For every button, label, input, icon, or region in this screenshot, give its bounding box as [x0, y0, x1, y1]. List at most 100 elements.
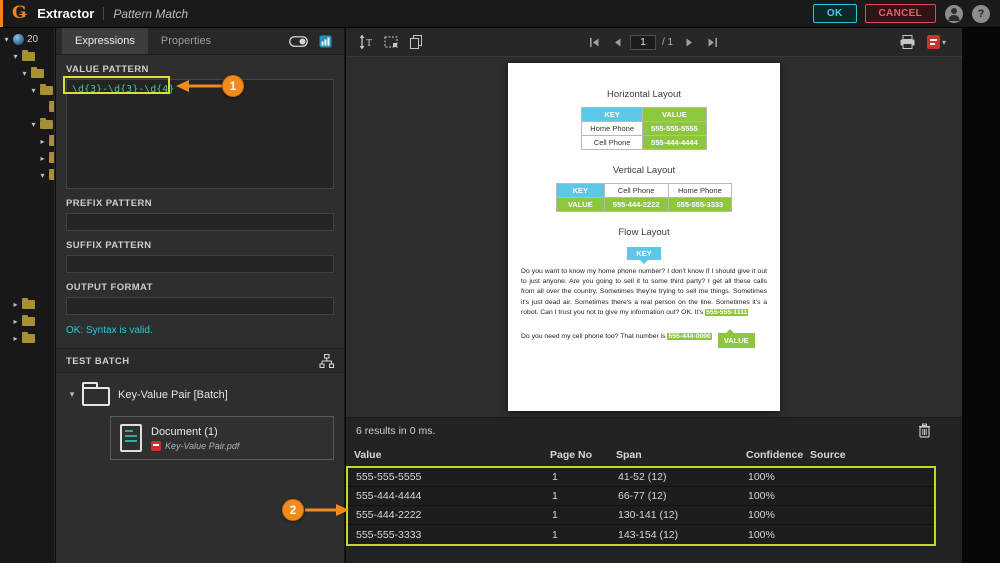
- tree-node[interactable]: ▸: [0, 330, 54, 347]
- text-height-icon[interactable]: T: [356, 32, 376, 52]
- callout-step-2: 2: [282, 499, 304, 521]
- batch-folder-label: Key-Value Pair [Batch]: [118, 388, 228, 401]
- result-cell-value: 555-444-2222: [356, 509, 422, 521]
- folder-icon: [49, 169, 54, 180]
- title-separator: [103, 7, 105, 20]
- delete-icon[interactable]: [914, 421, 934, 441]
- svg-text:T: T: [366, 38, 372, 49]
- collapse-icon[interactable]: ▾: [29, 120, 38, 129]
- accent-strip: [0, 0, 3, 27]
- tree-node[interactable]: [0, 184, 54, 201]
- result-row[interactable]: 555-444-2222 1 130-141 (12) 100%: [348, 506, 934, 525]
- expand-icon[interactable]: ▸: [38, 154, 47, 163]
- column-header-page-no[interactable]: Page No: [550, 449, 616, 461]
- collapse-icon[interactable]: ▾: [20, 69, 29, 78]
- user-icon[interactable]: [945, 4, 963, 23]
- expand-icon[interactable]: ▸: [11, 334, 20, 343]
- value-header-cell: VALUE: [555, 197, 605, 212]
- result-row[interactable]: 555-555-3333 1 143-154 (12) 100%: [348, 525, 934, 544]
- result-cell-page_no: 1: [552, 471, 558, 483]
- result-cell-value: 555-555-5555: [356, 471, 422, 483]
- flow-paragraph: Do you want to know my home phone number…: [521, 267, 767, 318]
- column-header-confidence[interactable]: Confidence: [746, 449, 810, 461]
- tree-node[interactable]: ▾ 20: [0, 31, 54, 48]
- collapse-icon[interactable]: ▾: [29, 86, 38, 95]
- column-header-span[interactable]: Span: [616, 449, 746, 461]
- first-page-icon[interactable]: [584, 32, 604, 52]
- test-batch-label: TEST BATCH: [66, 355, 130, 367]
- section-title-horizontal: Horizontal Layout: [607, 89, 681, 100]
- cancel-button[interactable]: CANCEL: [864, 4, 936, 23]
- folder-icon: [40, 84, 53, 95]
- results-count: 6 results in 0 ms.: [356, 424, 436, 437]
- tree-node[interactable]: ▸: [0, 133, 54, 150]
- result-cell-page_no: 1: [552, 509, 558, 521]
- help-icon[interactable]: ?: [972, 4, 990, 23]
- print-icon[interactable]: [898, 32, 918, 52]
- suffix-pattern-input[interactable]: [66, 255, 334, 273]
- diagnostics-icon[interactable]: [315, 31, 335, 51]
- flow-text: Do you need my cell phone too? That numb…: [521, 332, 668, 340]
- pdf-export-icon[interactable]: ▾: [926, 35, 946, 49]
- window-margin: [962, 28, 1000, 563]
- tree-node[interactable]: ▾: [0, 65, 54, 82]
- result-row[interactable]: 555-444-4444 1 66-77 (12) 100%: [348, 487, 934, 506]
- collapse-icon[interactable]: ▾: [2, 35, 11, 44]
- key-header-cell: KEY: [581, 107, 644, 122]
- kv-key-cell: Home Phone: [667, 183, 733, 198]
- tree-node[interactable]: ▸: [0, 313, 54, 330]
- document-filename: Key-Value Pair.pdf: [165, 440, 240, 451]
- tree-node[interactable]: ▾: [0, 82, 54, 99]
- column-header-source[interactable]: Source: [810, 449, 936, 461]
- result-cell-value: 555-444-4444: [356, 490, 422, 502]
- collapse-icon[interactable]: ▾: [11, 52, 20, 61]
- next-page-icon[interactable]: [679, 32, 699, 52]
- tab-expressions[interactable]: Expressions: [62, 28, 148, 54]
- expand-icon[interactable]: ▸: [11, 300, 20, 309]
- syntax-status: OK: Syntax is valid.: [66, 325, 153, 336]
- collapse-icon[interactable]: ▾: [38, 171, 47, 180]
- key-callout-tag: KEY: [627, 247, 661, 264]
- pager: 1 / 1: [584, 32, 722, 52]
- last-page-icon[interactable]: [702, 32, 722, 52]
- document-preview[interactable]: Horizontal Layout KEY VALUE Home Phone 5…: [346, 57, 962, 417]
- batch-folder-node[interactable]: ▾ Key-Value Pair [Batch]: [66, 382, 334, 406]
- column-header-value[interactable]: Value: [354, 449, 550, 461]
- expand-icon[interactable]: ▸: [11, 317, 20, 326]
- tree-node[interactable]: ▾: [0, 116, 54, 133]
- expand-icon[interactable]: ▸: [38, 137, 47, 146]
- batch-tree-icon[interactable]: [319, 354, 334, 368]
- result-cell-confidence: 100%: [748, 528, 775, 541]
- tab-properties[interactable]: Properties: [148, 28, 224, 54]
- matched-value: 555-555-1111: [705, 308, 749, 316]
- toggle-icon[interactable]: [288, 31, 308, 51]
- collapse-icon[interactable]: ▾: [66, 389, 78, 400]
- tree-node[interactable]: ▸: [0, 296, 54, 313]
- value-pattern-input[interactable]: \d{3}-\d{3}-\d{4}: [66, 79, 334, 189]
- folder-icon: [22, 298, 35, 309]
- results-header: Value Page No Span Confidence Source: [346, 443, 936, 466]
- suffix-pattern-label: SUFFIX PATTERN: [66, 240, 152, 251]
- value-callout-tag: VALUE: [717, 328, 755, 349]
- region-select-icon[interactable]: [381, 32, 401, 52]
- tree-node[interactable]: ▾: [0, 48, 54, 65]
- folder-icon: [40, 118, 53, 129]
- nav-tree[interactable]: ▾ 20 ▾ ▾ ▾ ▾ ▸ ▸ ▾ ▸ ▸ ▸: [0, 28, 55, 563]
- tree-node-label: 20: [27, 34, 39, 45]
- tree-node[interactable]: ▸: [0, 150, 54, 167]
- prefix-pattern-input[interactable]: [66, 213, 334, 231]
- pages-icon[interactable]: [406, 32, 426, 52]
- folder-icon: [49, 152, 54, 163]
- prev-page-icon[interactable]: [607, 32, 627, 52]
- ok-button[interactable]: OK: [812, 4, 857, 23]
- tree-node[interactable]: ▾: [0, 167, 54, 184]
- page-number-input[interactable]: 1: [630, 34, 656, 50]
- tree-node[interactable]: [0, 99, 54, 116]
- output-format-input[interactable]: [66, 297, 334, 315]
- result-cell-confidence: 100%: [748, 509, 775, 521]
- document-item[interactable]: Document (1) Key-Value Pair.pdf: [110, 416, 334, 460]
- extractor-window: Ǥ Extractor Pattern Match OK CANCEL ? ▾ 2…: [0, 0, 1000, 563]
- folder-icon: [82, 382, 110, 406]
- result-row[interactable]: 555-555-5555 1 41-52 (12) 100%: [348, 468, 934, 487]
- kv-value-highlighted: 555-555-3333: [667, 197, 733, 212]
